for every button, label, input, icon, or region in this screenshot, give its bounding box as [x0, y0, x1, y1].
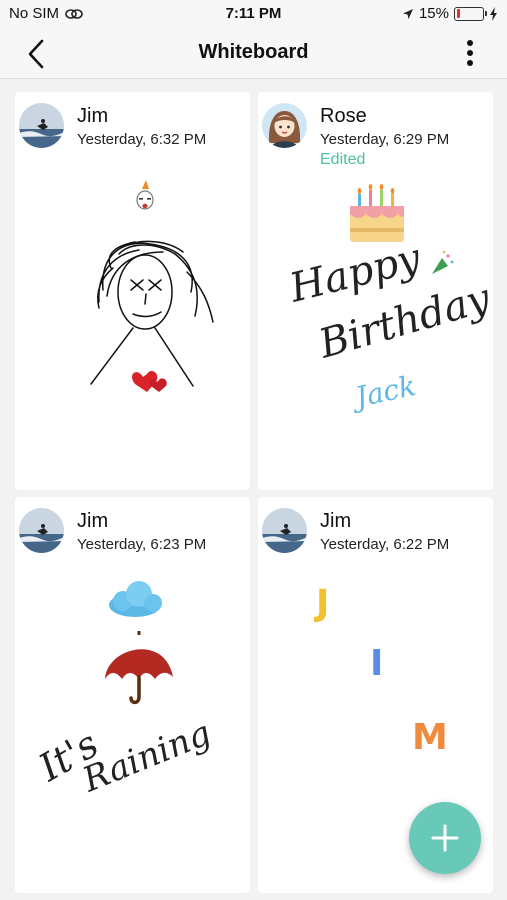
- handwritten-text: Happy Birthday Jack: [284, 235, 493, 415]
- cake-sticker: [350, 184, 404, 242]
- avatar: [262, 103, 307, 148]
- post-author: Jim: [77, 105, 109, 127]
- avatar: [262, 508, 307, 553]
- more-vertical-icon: [467, 40, 473, 66]
- cloud-sticker: [109, 581, 162, 617]
- post-time: Yesterday, 6:23 PM: [77, 536, 207, 553]
- letter-sticker: I: [370, 643, 383, 684]
- avatar: [19, 508, 64, 553]
- handwriting-line: Jack: [348, 369, 419, 415]
- whiteboard-card[interactable]: Rose Yesterday, 6:29 PM Edited Happy Bir…: [258, 92, 493, 490]
- status-bar: No SIM 7:11 PM 15%: [0, 0, 507, 28]
- nav-bar: Whiteboard: [0, 28, 507, 79]
- letter-sticker: M: [412, 717, 448, 758]
- whiteboard-card[interactable]: Jim Yesterday, 6:32 PM: [15, 92, 250, 490]
- drawing-canvas: It's Raining: [31, 581, 217, 801]
- post-time: Yesterday, 6:32 PM: [77, 131, 207, 148]
- page-title: Whiteboard: [198, 41, 309, 63]
- umbrella-sticker: [105, 631, 173, 705]
- handwritten-text: It's Raining: [31, 713, 217, 801]
- more-options-button[interactable]: [461, 38, 479, 70]
- whiteboard-card[interactable]: Jim Yesterday, 6:23 PM It's Raining: [15, 497, 250, 893]
- battery-level: [456, 9, 461, 18]
- avatar: [19, 103, 64, 148]
- letter-sticker: J: [313, 583, 329, 624]
- battery-icon: [454, 6, 487, 21]
- stick-figure-drawing: [90, 240, 214, 387]
- location-arrow-icon: [402, 8, 413, 19]
- post-time: Yesterday, 6:29 PM: [320, 131, 450, 148]
- hearts-sticker: [132, 370, 167, 392]
- drawing-canvas: Happy Birthday Jack: [284, 184, 493, 415]
- post-time: Yesterday, 6:22 PM: [320, 536, 450, 553]
- add-whiteboard-button[interactable]: [409, 802, 481, 874]
- plus-icon: [431, 824, 459, 852]
- party-popper-sticker: [432, 250, 454, 274]
- charging-bolt-icon: [490, 6, 497, 21]
- post-author: Jim: [77, 510, 109, 532]
- post-author: Jim: [320, 510, 352, 532]
- battery-percent: 15%: [418, 5, 449, 22]
- drawing-canvas: [90, 180, 214, 392]
- handwriting-line: Raining: [76, 713, 216, 801]
- post-author: Rose: [320, 105, 367, 127]
- letter-stickers: J I M: [313, 583, 448, 758]
- character-sticker: [136, 180, 154, 210]
